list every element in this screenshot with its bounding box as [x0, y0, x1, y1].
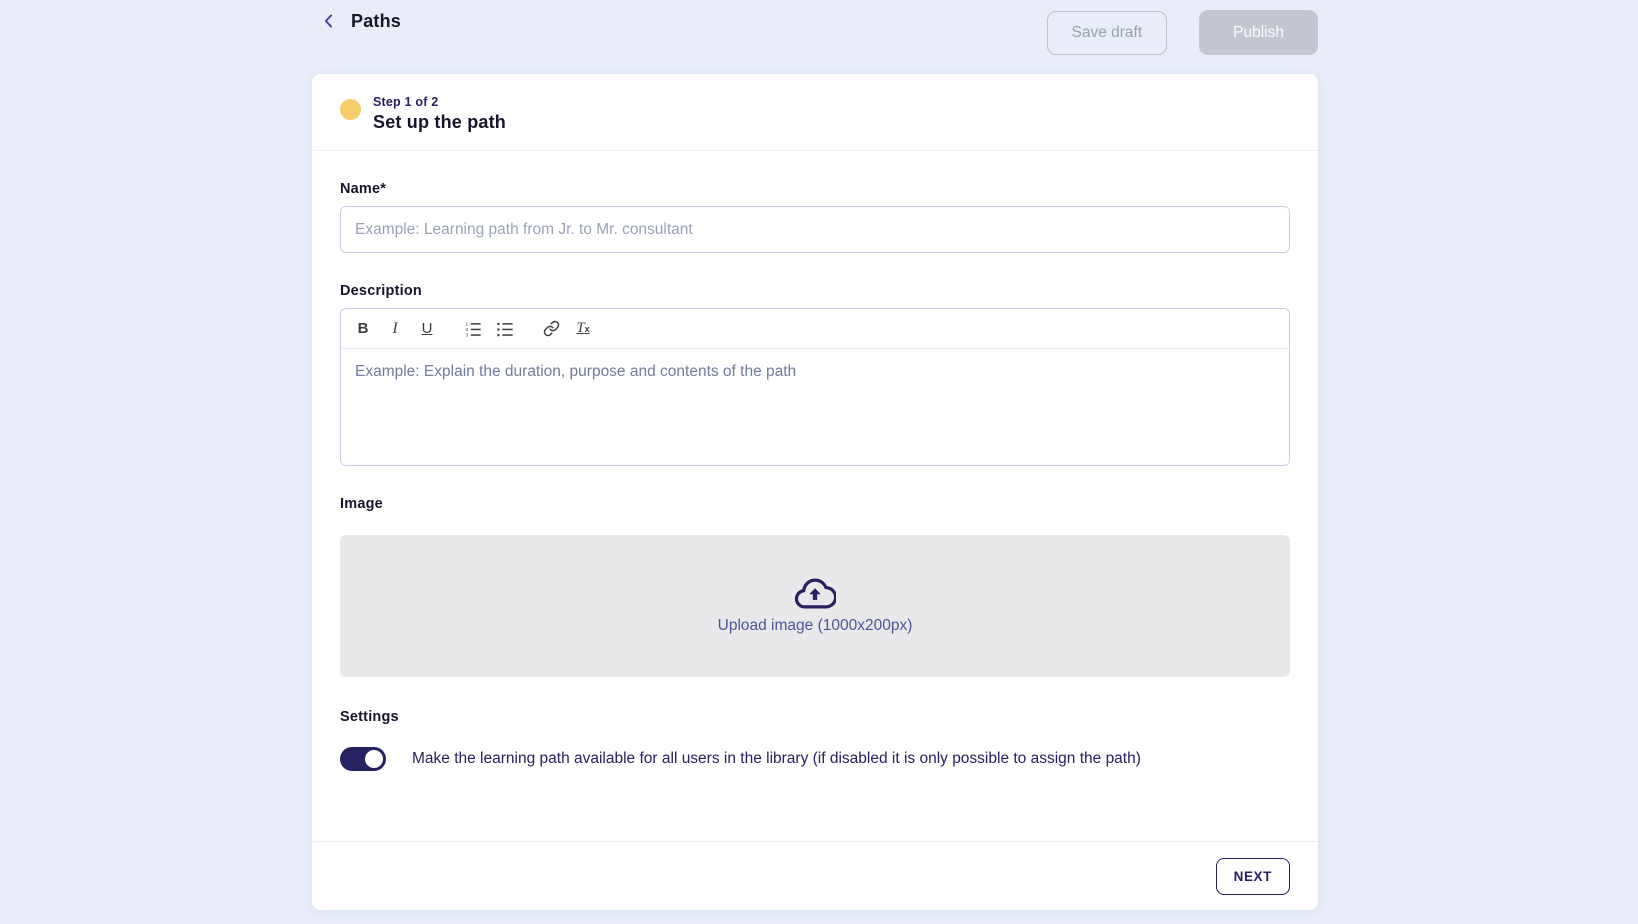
image-upload-dropzone[interactable]: Upload image (1000x200px)	[340, 535, 1290, 677]
topbar: Paths Save draft Publish	[0, 0, 1638, 64]
svg-text:3: 3	[465, 332, 468, 337]
cloud-upload-icon	[794, 578, 836, 610]
page-title: Paths	[351, 11, 401, 32]
settings-section: Settings Make the learning path availabl…	[340, 709, 1290, 771]
back-button[interactable]	[318, 10, 340, 32]
next-button[interactable]: NEXT	[1216, 858, 1290, 895]
step-header: Step 1 of 2 Set up the path	[312, 74, 1318, 151]
card-body: Name* Description B I U 1 2	[312, 151, 1318, 841]
step-title: Set up the path	[373, 112, 506, 133]
link-button[interactable]	[537, 315, 565, 343]
settings-label: Settings	[340, 709, 1290, 725]
description-section: Description B I U 1 2 3	[340, 283, 1290, 466]
toggle-description-text: Make the learning path available for all…	[412, 750, 1141, 768]
image-label: Image	[340, 496, 1290, 512]
save-draft-button[interactable]: Save draft	[1047, 11, 1168, 55]
bold-button[interactable]: B	[349, 315, 377, 343]
step-indicator-dot	[340, 99, 361, 120]
name-section: Name*	[340, 181, 1290, 253]
card-footer: NEXT	[312, 841, 1318, 910]
ordered-list-button[interactable]: 1 2 3	[459, 315, 487, 343]
description-editor: B I U 1 2 3	[340, 308, 1290, 466]
editor-toolbar: B I U 1 2 3	[341, 309, 1289, 349]
bullet-list-icon	[496, 320, 514, 338]
description-input[interactable]: Example: Explain the duration, purpose a…	[341, 349, 1289, 465]
svg-text:1: 1	[465, 321, 468, 327]
publish-button[interactable]: Publish	[1199, 10, 1318, 55]
name-input[interactable]	[340, 206, 1290, 253]
description-label: Description	[340, 283, 1290, 299]
step-label: Step 1 of 2	[373, 95, 506, 109]
name-label: Name*	[340, 181, 1290, 197]
image-section: Image Upload image (1000x200px)	[340, 496, 1290, 677]
bullet-list-button[interactable]	[491, 315, 519, 343]
underline-button[interactable]: U	[413, 315, 441, 343]
svg-text:2: 2	[465, 327, 468, 333]
upload-hint-text: Upload image (1000x200px)	[718, 617, 913, 635]
clear-formatting-button[interactable]: Tx	[569, 315, 597, 343]
italic-button[interactable]: I	[381, 315, 409, 343]
link-icon	[543, 320, 560, 337]
ordered-list-icon: 1 2 3	[464, 320, 482, 338]
chevron-left-icon	[320, 12, 338, 30]
library-availability-toggle[interactable]	[340, 747, 386, 771]
path-setup-card: Step 1 of 2 Set up the path Name* Descri…	[312, 74, 1318, 910]
toggle-knob	[365, 750, 383, 768]
